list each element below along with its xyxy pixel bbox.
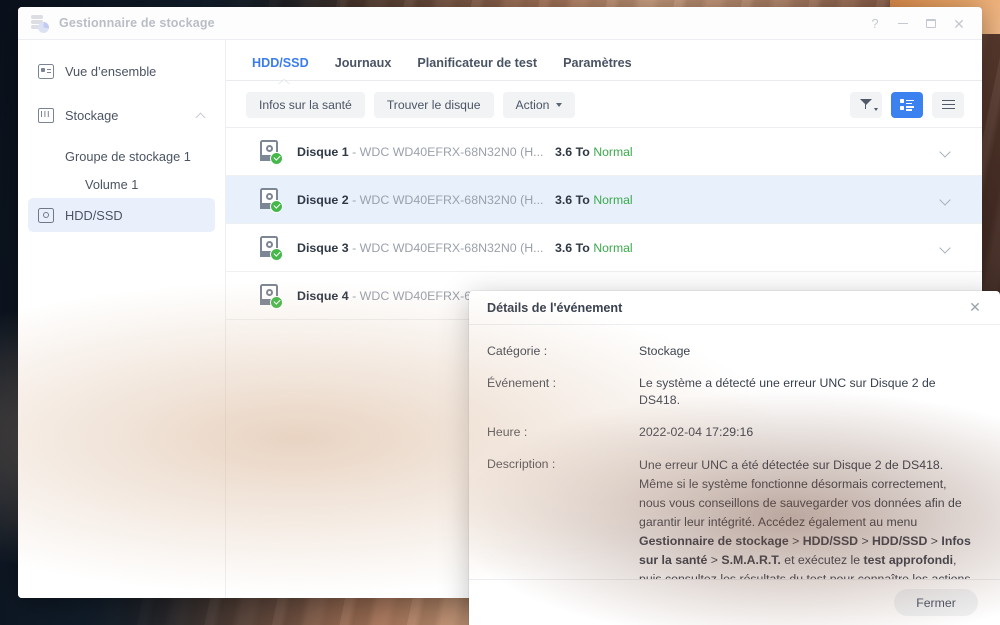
dialog-title: Détails de l'événement bbox=[487, 300, 623, 315]
disk-title-line: Disque 1 - WDC WD40EFRX-68N32N0 (H... 3.… bbox=[297, 145, 593, 159]
disk-name: Disque 1 bbox=[297, 144, 349, 159]
hdd-icon bbox=[38, 207, 54, 223]
table-row[interactable]: Disque 3 - WDC WD40EFRX-68N32N0 (H... 3.… bbox=[226, 224, 982, 272]
minimize-button[interactable] bbox=[890, 11, 916, 37]
tab-planificateur-de-test[interactable]: Planificateur de test bbox=[404, 56, 550, 80]
disk-name: Disque 3 bbox=[297, 240, 349, 255]
field-event: Événement : Le système a détecté une err… bbox=[487, 375, 976, 409]
hdd-status-icon bbox=[258, 283, 284, 309]
disk-name: Disque 2 bbox=[297, 192, 349, 207]
action-toolbar: Infos sur la santé Trouver le disque Act… bbox=[226, 81, 982, 128]
hdd-status-icon bbox=[258, 187, 284, 213]
sidebar-item-label: HDD/SSD bbox=[65, 207, 123, 223]
table-row[interactable]: Disque 2 - WDC WD40EFRX-68N32N0 (H... 3.… bbox=[226, 176, 982, 224]
field-label: Heure : bbox=[487, 425, 528, 439]
window-title: Gestionnaire de stockage bbox=[59, 16, 215, 30]
close-icon: ✕ bbox=[953, 15, 965, 32]
disk-status: Normal bbox=[593, 144, 633, 159]
sidebar-item-label: Stockage bbox=[65, 107, 119, 123]
disk-info: Disque 3 - WDC WD40EFRX-68N32N0 (H... 3.… bbox=[297, 239, 939, 257]
find-disk-button[interactable]: Trouver le disque bbox=[373, 91, 494, 118]
dialog-header: Détails de l'événement ✕ bbox=[469, 291, 1000, 325]
disk-size: 3.6 To bbox=[554, 144, 590, 159]
disk-status: Normal bbox=[593, 192, 633, 207]
field-label: Catégorie : bbox=[487, 344, 548, 358]
disk-title-line: Disque 2 - WDC WD40EFRX-68N32N0 (H... 3.… bbox=[297, 193, 593, 207]
sidebar-item-hdd-ssd[interactable]: HDD/SSD bbox=[28, 198, 215, 232]
close-window-button[interactable]: ✕ bbox=[946, 11, 972, 37]
action-dropdown-button[interactable]: Action bbox=[502, 91, 576, 118]
dialog-close-icon[interactable]: ✕ bbox=[964, 297, 986, 319]
disk-model: - WDC WD40EFRX-68N32N0 (H... bbox=[352, 144, 544, 159]
field-time: Heure : 2022-02-04 17:29:16 bbox=[487, 424, 976, 441]
disk-model: - WDC WD40EFRX-68N32N0 (H... bbox=[352, 240, 544, 255]
disk-title-line: Disque 3 - WDC WD40EFRX-68N32N0 (H... 3.… bbox=[297, 241, 593, 255]
window-titlebar: Gestionnaire de stockage ? ✕ bbox=[18, 7, 982, 40]
hdd-status-icon bbox=[258, 235, 284, 261]
maximize-icon bbox=[926, 19, 936, 28]
tab-bar: HDD/SSD Journaux Planificateur de test P… bbox=[226, 40, 982, 81]
disk-name: Disque 4 bbox=[297, 288, 349, 303]
field-value: Le système a détecté une erreur UNC sur … bbox=[639, 376, 936, 407]
dialog-close-button[interactable]: Fermer bbox=[894, 589, 978, 616]
dialog-footer: Fermer bbox=[469, 579, 1000, 625]
disk-size: 3.6 To bbox=[554, 240, 590, 255]
field-label: Description : bbox=[487, 457, 556, 471]
event-details-dialog: Détails de l'événement ✕ Catégorie : Sto… bbox=[469, 291, 1000, 625]
disk-status: Normal bbox=[593, 240, 633, 255]
help-button[interactable]: ? bbox=[862, 11, 888, 37]
field-value: Stockage bbox=[639, 344, 691, 358]
storage-icon bbox=[38, 107, 54, 123]
table-row[interactable]: Disque 1 - WDC WD40EFRX-68N32N0 (H... 3.… bbox=[226, 128, 982, 176]
health-info-button[interactable]: Infos sur la santé bbox=[246, 91, 365, 118]
field-label: Événement : bbox=[487, 376, 557, 390]
field-value: 2022-02-04 17:29:16 bbox=[639, 425, 754, 439]
chevron-down-icon[interactable] bbox=[939, 147, 952, 156]
list-view-button[interactable] bbox=[932, 91, 964, 118]
detail-list-view-icon bbox=[900, 99, 914, 111]
maximize-button[interactable] bbox=[918, 11, 944, 37]
field-category: Catégorie : Stockage bbox=[487, 343, 976, 360]
disk-model: - WDC WD40EFRX-68N32N0 (H... bbox=[352, 192, 544, 207]
action-dropdown-label: Action bbox=[515, 97, 550, 112]
disk-info: Disque 1 - WDC WD40EFRX-68N32N0 (H... 3.… bbox=[297, 143, 939, 161]
minimize-icon bbox=[898, 22, 908, 25]
field-description: Description : Une erreur UNC a été détec… bbox=[487, 456, 976, 579]
chevron-up-icon[interactable] bbox=[196, 111, 205, 120]
chevron-down-icon[interactable] bbox=[939, 243, 952, 252]
storage-manager-icon bbox=[30, 14, 49, 33]
sidebar-item-overview[interactable]: Vue d’ensemble bbox=[28, 54, 215, 88]
window-controls: ? ✕ bbox=[862, 7, 972, 40]
sidebar-item-volume-1[interactable]: Volume 1 bbox=[18, 170, 225, 198]
chevron-down-icon[interactable] bbox=[939, 195, 952, 204]
chevron-down-icon bbox=[874, 107, 878, 111]
sidebar-item-label: Vue d’ensemble bbox=[65, 63, 157, 79]
sidebar-item-storage-pool-1[interactable]: Groupe de stockage 1 bbox=[18, 142, 225, 170]
tab-journaux[interactable]: Journaux bbox=[322, 56, 405, 80]
disk-size: 3.6 To bbox=[554, 192, 590, 207]
desktop-wallpaper: Gestionnaire de stockage ? ✕ Vue d’ensem… bbox=[0, 0, 1000, 625]
field-value: Une erreur UNC a été détectée sur Disque… bbox=[639, 458, 971, 579]
overview-icon bbox=[38, 63, 54, 79]
sidebar: Vue d’ensemble Stockage Groupe de stocka… bbox=[18, 40, 226, 598]
list-view-icon bbox=[941, 99, 955, 110]
disk-info: Disque 2 - WDC WD40EFRX-68N32N0 (H... 3.… bbox=[297, 191, 939, 209]
dialog-body: Catégorie : Stockage Événement : Le syst… bbox=[469, 325, 1000, 579]
hdd-status-icon bbox=[258, 139, 284, 165]
sidebar-item-storage[interactable]: Stockage bbox=[28, 98, 215, 132]
chevron-down-icon bbox=[556, 102, 563, 107]
detail-view-button[interactable] bbox=[891, 91, 923, 118]
filter-button[interactable] bbox=[850, 91, 882, 118]
tab-parametres[interactable]: Paramètres bbox=[550, 56, 645, 80]
tab-hdd-ssd[interactable]: HDD/SSD bbox=[246, 56, 322, 80]
filter-funnel-icon bbox=[859, 98, 873, 111]
